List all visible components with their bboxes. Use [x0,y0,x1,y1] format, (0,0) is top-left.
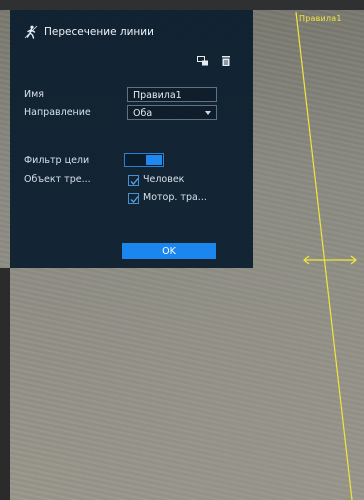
person-crossing-icon [24,25,38,39]
direction-select[interactable]: Оба [127,105,217,120]
rule-label: Правила1 [299,14,342,23]
name-input[interactable]: Правила1 [127,87,217,102]
direction-select-value: Оба [133,108,153,119]
motor-vehicle-label: Мотор. тра... [143,192,207,203]
checkmark-icon [130,196,139,203]
direction-arrow-icon [303,255,357,265]
human-label: Человек [143,174,185,185]
target-filter-label: Фильтр цели [24,155,90,166]
object-type-label: Объект тре... [24,174,91,185]
ok-button[interactable]: OK [122,243,216,259]
chevron-down-icon [205,111,211,115]
name-label: Имя [24,89,44,100]
human-checkbox[interactable] [128,175,139,186]
checkmark-icon [130,178,139,185]
tripwire-settings-panel: Пересечение линии Имя Правила1 Направлен… [10,10,253,268]
motor-vehicle-checkbox[interactable] [128,193,139,204]
direction-label: Направление [24,107,91,118]
target-filter-toggle[interactable] [124,153,164,167]
toggle-knob [146,155,162,165]
tripwire-line [295,11,353,500]
draw-rule-icon[interactable] [197,55,209,67]
panel-title: Пересечение линии [24,24,154,40]
trash-icon[interactable] [220,55,232,67]
panel-title-text: Пересечение линии [44,26,154,38]
